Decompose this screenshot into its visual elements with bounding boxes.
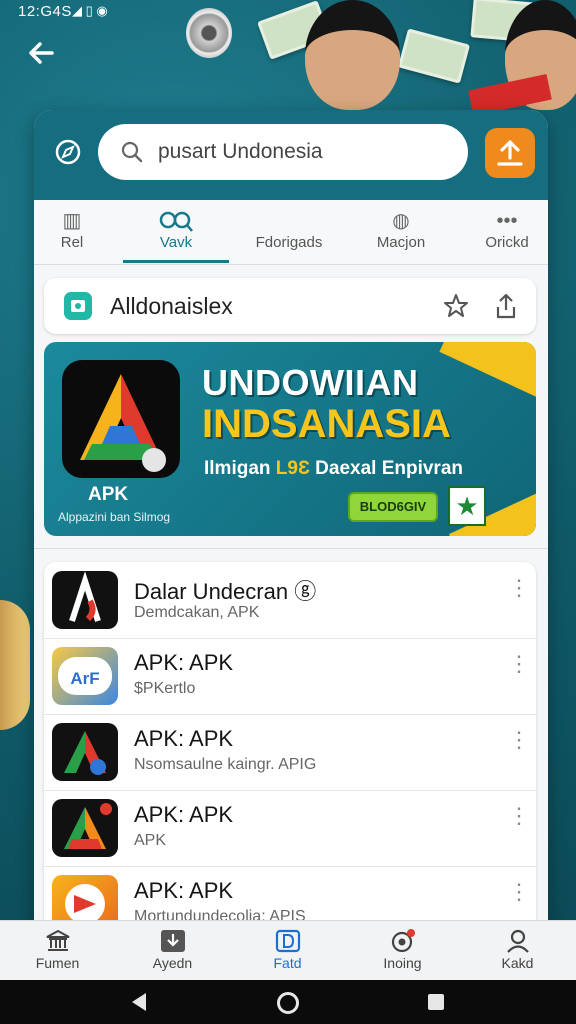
app-title: Alldonaislex — [110, 293, 233, 319]
bank-icon — [45, 929, 71, 953]
list-item[interactable]: ArF APK: APK $PKertlo ⋮ — [44, 638, 536, 715]
promo-banner[interactable]: APK Alppazini ban Silmog UNDOWIIAN INDSA… — [44, 342, 536, 536]
background-money-graphic — [397, 28, 471, 84]
compass-icon[interactable] — [54, 138, 82, 166]
app-icon — [52, 571, 118, 629]
tab-bar: ▥ Rel Vavk Fdorigads ◍ Macjon ••• Orickd — [34, 200, 548, 265]
building-icon: ▥ — [62, 210, 82, 232]
d-box-icon — [275, 929, 301, 953]
tab-label: Macjon — [376, 234, 426, 251]
list-item[interactable]: Dalar Undecran ⓖ Demdcakan, APK ⋮ — [44, 562, 536, 639]
status-icons: ◢ ▯ ◉ — [72, 3, 108, 18]
search-input[interactable] — [158, 124, 448, 180]
banner-sub-label: Alppazini ban Silmog — [58, 510, 171, 524]
tab-label: Rel — [60, 234, 84, 251]
system-navigation-bar — [0, 980, 576, 1024]
nav-ayedn[interactable]: Ayedn — [115, 921, 230, 981]
background-coin-graphic — [0, 600, 30, 730]
app-icon — [52, 799, 118, 857]
banner-headline-secondary: INDSANASIA — [202, 402, 451, 446]
back-arrow-icon[interactable] — [24, 36, 58, 70]
nav-label: Kakd — [501, 955, 534, 971]
active-tab-indicator — [123, 260, 229, 263]
app-subtitle: APK — [134, 832, 167, 849]
system-back-icon[interactable] — [132, 993, 146, 1011]
binoculars-search-icon — [134, 208, 218, 234]
upload-button[interactable] — [485, 128, 535, 178]
banner-cta-button[interactable]: BLOD6GIV — [348, 492, 438, 522]
download-icon — [160, 929, 186, 953]
status-time: 12:G4S — [18, 3, 72, 20]
app-badge-icon — [64, 292, 92, 320]
svg-text:ArF: ArF — [70, 669, 99, 688]
banner-apk-label: APK — [88, 484, 129, 505]
system-home-icon[interactable] — [277, 992, 299, 1014]
tab-macjon[interactable]: ◍ Macjon — [364, 200, 438, 264]
app-subtitle: $PKertlo — [134, 680, 196, 697]
divider — [34, 548, 548, 549]
status-bar: 12:G4S ◢ ▯ ◉ — [0, 0, 576, 26]
list-item[interactable]: APK: APK APK ⋮ — [44, 790, 536, 867]
main-card: ▥ Rel Vavk Fdorigads ◍ Macjon ••• Orickd… — [34, 110, 548, 960]
tab-rel[interactable]: ▥ Rel — [44, 200, 100, 264]
app-icon: ArF — [52, 647, 118, 705]
nav-label: Fumen — [35, 955, 80, 971]
more-options-icon[interactable]: ⋮ — [508, 805, 530, 844]
banner-tagline: Ilmigan L9Ɛ Daexal Enpivran — [204, 458, 463, 479]
user-icon — [505, 929, 531, 953]
nav-fatd[interactable]: Fatd — [230, 921, 345, 981]
app-subtitle: Demdcakan, APK — [134, 604, 260, 621]
more-options-icon[interactable]: ⋮ — [508, 881, 530, 920]
globe-icon: ◍ — [392, 210, 410, 232]
share-icon[interactable] — [490, 290, 522, 322]
nav-fumen[interactable]: Fumen — [0, 921, 115, 981]
apk-app-logo — [62, 360, 180, 478]
app-subtitle: Nsomsaulne kaingr. APIG — [134, 756, 317, 773]
tab-label: Orickd — [485, 234, 529, 251]
system-recents-icon[interactable] — [428, 994, 444, 1010]
search-bar[interactable] — [98, 124, 468, 180]
app-name: APK: APK — [134, 878, 234, 903]
favorite-star-icon[interactable] — [440, 290, 472, 322]
tab-orickd[interactable]: ••• Orickd — [474, 200, 540, 264]
nav-inoing[interactable]: Inoing — [345, 921, 460, 981]
list-item[interactable]: APK: APK Nsomsaulne kaingr. APIG ⋮ — [44, 714, 536, 791]
more-options-icon[interactable]: ⋮ — [508, 729, 530, 768]
tab-label: Vavk — [159, 234, 193, 251]
search-header — [34, 110, 548, 200]
more-dots-icon: ••• — [496, 210, 518, 232]
app-icon — [52, 723, 118, 781]
search-icon — [120, 140, 144, 164]
nav-label: Inoing — [383, 955, 422, 971]
app-name: APK: APK — [134, 650, 234, 675]
app-list: Dalar Undecran ⓖ Demdcakan, APK ⋮ ArF AP… — [44, 562, 536, 960]
tab-vavk[interactable]: Vavk — [134, 200, 218, 264]
tab-label: Fdorigads — [255, 234, 323, 251]
app-name: APK: APK — [134, 726, 234, 751]
app-title-row: Alldonaislex — [44, 278, 536, 334]
star-badge-icon: ★ — [448, 486, 486, 526]
app-name: APK: APK — [134, 802, 234, 827]
nav-label: Ayedn — [152, 955, 193, 971]
nav-label: Fatd — [273, 955, 302, 971]
banner-headline: UNDOWIIAN — [202, 362, 419, 403]
more-options-icon[interactable]: ⋮ — [508, 653, 530, 692]
more-options-icon[interactable]: ⋮ — [508, 577, 530, 616]
bottom-navigation: Fumen Ayedn Fatd Inoing Kakd — [0, 920, 576, 981]
tab-fdorigads[interactable]: Fdorigads — [244, 200, 334, 264]
app-name: Dalar Undecran ⓖ — [134, 579, 317, 604]
nav-kakd[interactable]: Kakd — [460, 921, 575, 981]
target-icon — [390, 929, 416, 953]
